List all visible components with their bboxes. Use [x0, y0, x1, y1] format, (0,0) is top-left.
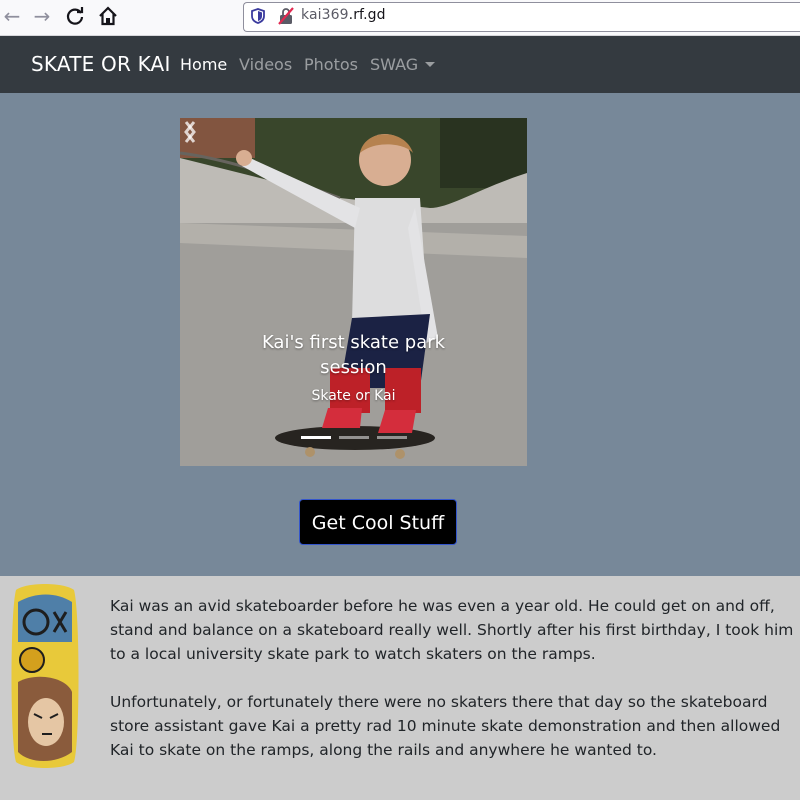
carousel-caption-subtitle: Skate or Kai [311, 388, 396, 404]
insecure-lock-icon[interactable] [278, 7, 294, 25]
about-paragraph-1: Kai was an avid skateboarder before he w… [110, 597, 794, 663]
address-bar[interactable]: kai369.rf.gd [243, 2, 800, 32]
url-domain: .rf.gd [348, 7, 386, 23]
photo-carousel[interactable]: Kai's first skate park session Skate or … [180, 118, 527, 466]
brand-logo-text[interactable]: SKATE OR KAI [31, 52, 171, 76]
nav-item-videos[interactable]: Videos [239, 55, 292, 74]
forward-arrow-icon[interactable]: → [30, 5, 54, 29]
nav-item-swag-dropdown[interactable]: SWAG [370, 55, 436, 74]
get-cool-stuff-button[interactable]: Get Cool Stuff [299, 499, 457, 545]
hero-section: Kai's first skate park session Skate or … [0, 93, 800, 576]
tracking-shield-icon[interactable] [251, 8, 265, 24]
url-text: kai369.rf.gd [301, 7, 386, 23]
home-icon[interactable] [96, 5, 120, 29]
url-host: kai369 [301, 7, 349, 23]
about-paragraph-2: Unfortunately, or fortunately there were… [110, 693, 781, 759]
skateboard-deck-image [11, 584, 79, 768]
carousel-caption-title: Kai's first skate park session [261, 332, 446, 378]
back-arrow-icon[interactable]: ← [0, 5, 24, 29]
carousel-indicators [301, 436, 411, 442]
nav-item-swag-label: SWAG [370, 55, 419, 74]
carousel-indicator-3[interactable] [377, 436, 407, 439]
reload-icon[interactable] [63, 5, 87, 29]
nav-item-home[interactable]: Home [180, 55, 227, 74]
carousel-indicator-1[interactable] [301, 436, 331, 439]
nav-item-photos[interactable]: Photos [304, 55, 358, 74]
about-text: Kai was an avid skateboarder before he w… [110, 594, 800, 786]
dropdown-caret-icon [425, 62, 436, 67]
site-navbar: SKATE OR KAI Home Videos Photos SWAG [0, 36, 800, 93]
carousel-slide-image [180, 118, 527, 466]
browser-toolbar: ← → kai369.rf.gd [0, 0, 800, 36]
carousel-next-chevron-right-icon[interactable] [180, 118, 200, 146]
carousel-indicator-2[interactable] [339, 436, 369, 439]
